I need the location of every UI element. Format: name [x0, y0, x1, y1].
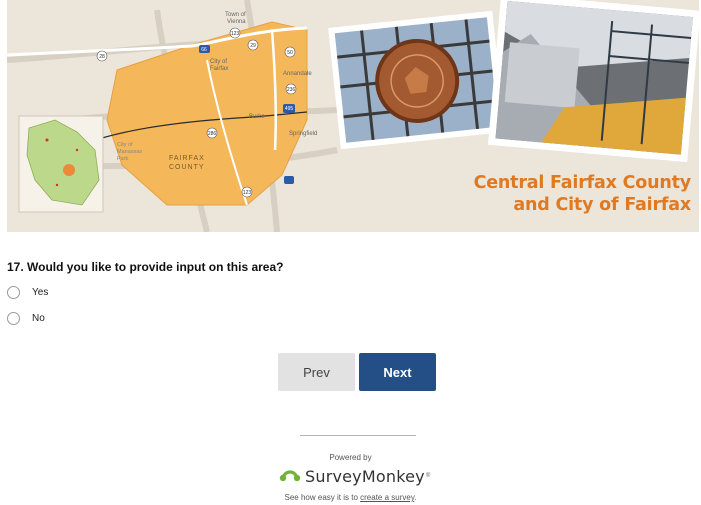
svg-text:29: 29 — [250, 43, 256, 49]
svg-text:Park: Park — [117, 156, 129, 162]
inset-county-map — [18, 115, 104, 213]
banner-title-line2: and City of Fairfax — [513, 195, 691, 215]
svg-text:286: 286 — [208, 131, 217, 137]
svg-text:236: 236 — [287, 87, 296, 93]
footer-tagline: See how easy it is to create a survey. — [0, 493, 701, 502]
label-city-of-fairfax: City of — [210, 59, 227, 65]
surveymonkey-wordmark: SurveyMonkey — [305, 466, 425, 486]
label-fairfax-county: FAIRFAX — [169, 155, 205, 162]
prev-button[interactable]: Prev — [278, 353, 355, 391]
question-17-text: 17. Would you like to provide input on t… — [7, 260, 284, 274]
svg-text:123: 123 — [231, 31, 240, 37]
svg-text:66: 66 — [201, 47, 207, 53]
tagline-prefix: See how easy it is to — [284, 493, 358, 502]
label-manassas-park: City of — [117, 142, 133, 148]
svg-text:Fairfax: Fairfax — [210, 66, 228, 72]
footer-divider — [300, 435, 416, 436]
radio-yes[interactable] — [7, 286, 20, 299]
banner-title: Central Fairfax County and City of Fairf… — [473, 172, 692, 216]
svg-text:Manassas: Manassas — [117, 149, 142, 155]
create-survey-link[interactable]: create a survey — [360, 493, 414, 502]
next-button[interactable]: Next — [359, 353, 436, 391]
header-banner: Town of Vienna City of Fairfax Annandale… — [7, 0, 699, 232]
label-annandale: Annandale — [283, 71, 312, 77]
label-burke: Burke — [249, 114, 265, 120]
svg-text:28: 28 — [99, 54, 105, 60]
option-no-label[interactable]: No — [32, 313, 45, 324]
label-town-of-vienna: Town of — [225, 12, 246, 18]
svg-text:COUNTY: COUNTY — [169, 164, 205, 171]
powered-by-text: Powered by — [329, 453, 372, 462]
trademark-symbol: ® — [425, 473, 431, 479]
svg-text:Vienna: Vienna — [227, 19, 246, 25]
label-springfield: Springfield — [289, 131, 317, 137]
surveymonkey-icon — [279, 470, 301, 482]
tagline-suffix: . — [414, 493, 417, 502]
surveymonkey-logo[interactable]: SurveyMonkey ® — [279, 465, 430, 487]
seal-photo — [328, 10, 505, 150]
banner-title-line1: Central Fairfax County — [473, 173, 692, 193]
svg-text:50: 50 — [287, 50, 293, 56]
option-yes[interactable]: Yes — [7, 286, 48, 299]
radio-no[interactable] — [7, 312, 20, 325]
svg-text:123: 123 — [243, 190, 252, 196]
option-yes-label[interactable]: Yes — [32, 287, 48, 298]
train-station-photo — [487, 0, 699, 163]
option-no[interactable]: No — [7, 312, 45, 325]
svg-text:495: 495 — [285, 106, 294, 112]
